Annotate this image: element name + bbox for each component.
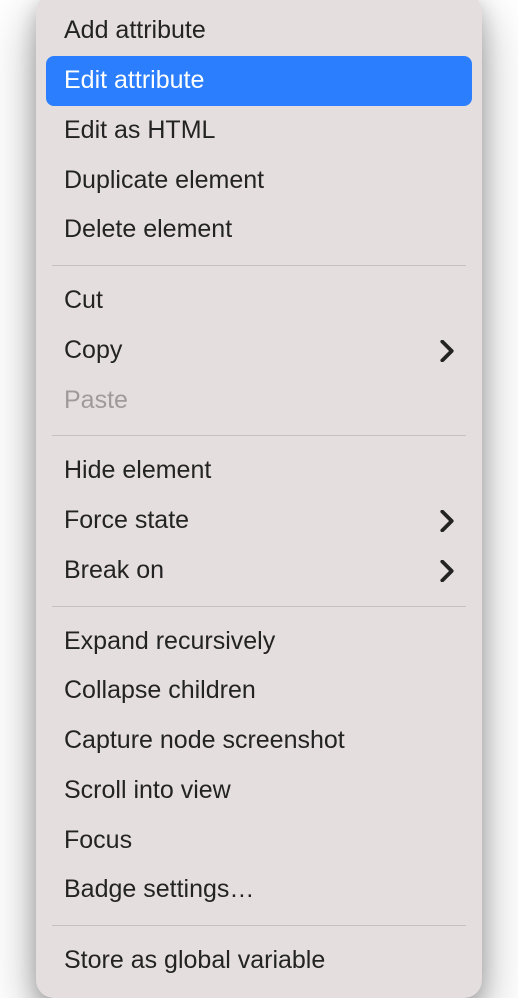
menu-item-label: Scroll into view [64, 774, 231, 808]
menu-item-label: Hide element [64, 454, 211, 488]
menu-item-add-attribute[interactable]: Add attribute [36, 6, 482, 56]
menu-item-label: Badge settings… [64, 873, 254, 907]
menu-item-hide-element[interactable]: Hide element [36, 446, 482, 496]
menu-separator [52, 435, 466, 436]
menu-item-label: Copy [64, 334, 122, 368]
menu-item-label: Cut [64, 284, 103, 318]
menu-item-scroll-into-view[interactable]: Scroll into view [36, 766, 482, 816]
menu-item-label: Edit attribute [64, 64, 204, 98]
menu-item-label: Expand recursively [64, 625, 275, 659]
menu-item-label: Add attribute [64, 14, 206, 48]
menu-separator [52, 265, 466, 266]
menu-item-badge-settings[interactable]: Badge settings… [36, 865, 482, 915]
menu-item-label: Edit as HTML [64, 114, 215, 148]
menu-item-edit-attribute[interactable]: Edit attribute [46, 56, 472, 106]
menu-item-capture-node-screenshot[interactable]: Capture node screenshot [36, 716, 482, 766]
menu-item-edit-as-html[interactable]: Edit as HTML [36, 106, 482, 156]
menu-item-paste: Paste [36, 376, 482, 426]
menu-item-focus[interactable]: Focus [36, 816, 482, 866]
menu-item-delete-element[interactable]: Delete element [36, 205, 482, 255]
menu-separator [52, 606, 466, 607]
menu-item-label: Paste [64, 384, 128, 418]
menu-item-duplicate-element[interactable]: Duplicate element [36, 156, 482, 206]
menu-item-collapse-children[interactable]: Collapse children [36, 666, 482, 716]
menu-item-label: Store as global variable [64, 944, 325, 978]
menu-item-label: Collapse children [64, 674, 256, 708]
menu-item-force-state[interactable]: Force state [36, 496, 482, 546]
menu-item-label: Force state [64, 504, 189, 538]
chevron-right-icon [440, 510, 454, 532]
context-menu[interactable]: Add attribute Edit attribute Edit as HTML D… [36, 0, 482, 998]
menu-item-label: Delete element [64, 213, 232, 247]
menu-item-break-on[interactable]: Break on [36, 546, 482, 596]
menu-item-label: Duplicate element [64, 164, 264, 198]
menu-item-cut[interactable]: Cut [36, 276, 482, 326]
chevron-right-icon [440, 560, 454, 582]
menu-item-store-as-global-variable[interactable]: Store as global variable [36, 936, 482, 986]
chevron-right-icon [440, 340, 454, 362]
menu-item-label: Capture node screenshot [64, 724, 345, 758]
menu-item-expand-recursively[interactable]: Expand recursively [36, 617, 482, 667]
menu-item-label: Break on [64, 554, 164, 588]
menu-item-copy[interactable]: Copy [36, 326, 482, 376]
menu-item-label: Focus [64, 824, 132, 858]
menu-separator [52, 925, 466, 926]
